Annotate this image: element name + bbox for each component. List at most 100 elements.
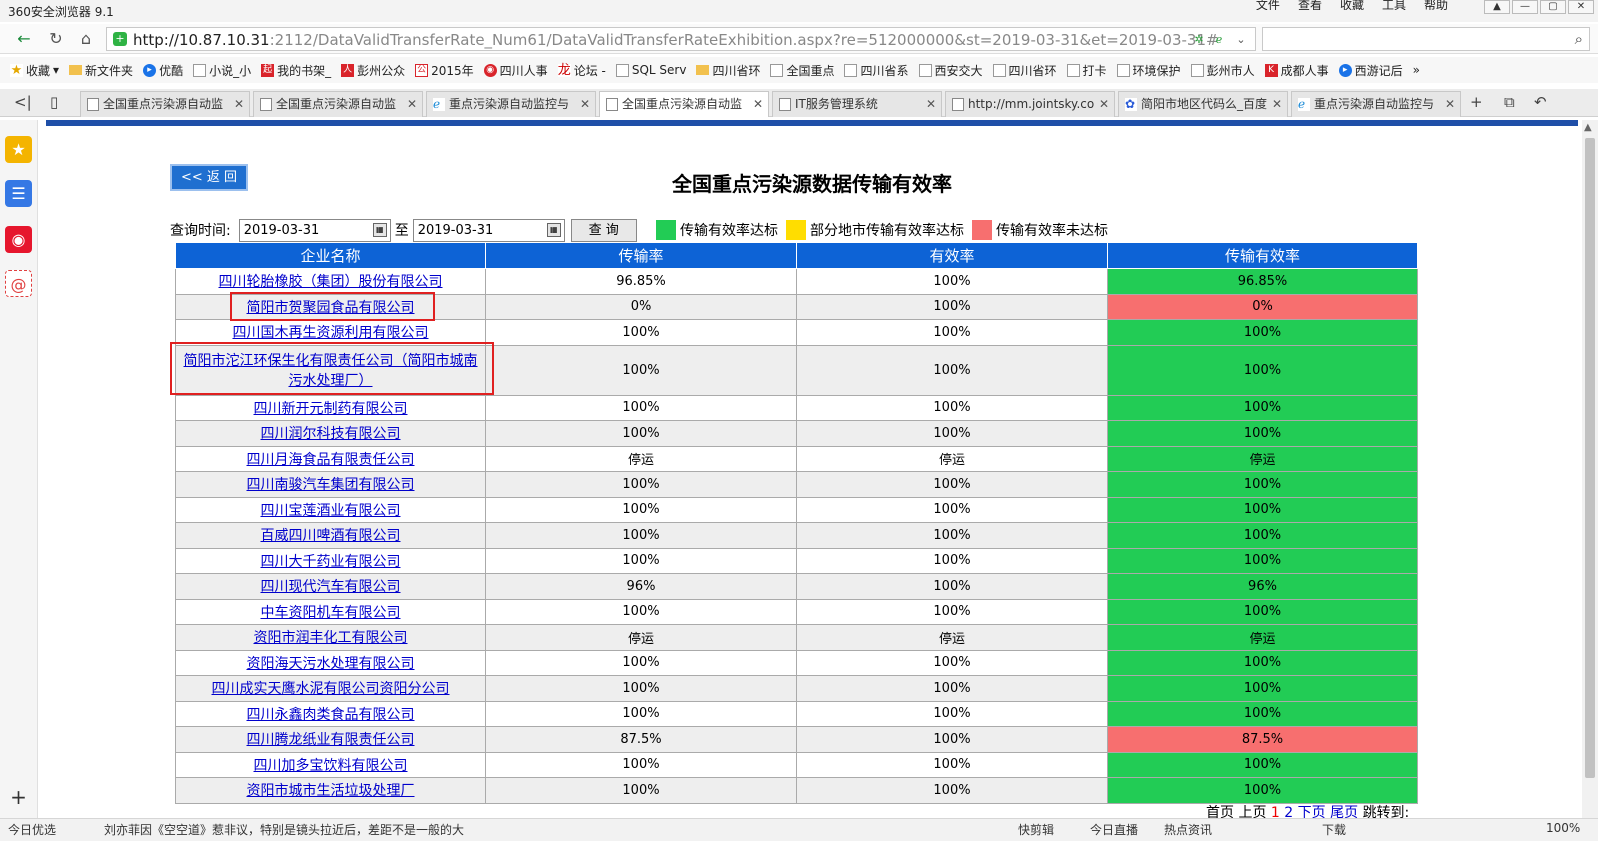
bookmark-item[interactable]: 环境保护 <box>1116 62 1181 79</box>
menu-help[interactable]: 帮助 <box>1424 0 1448 10</box>
bookmark-item[interactable]: 西安交大 <box>918 62 983 79</box>
close-tab-icon[interactable]: ✕ <box>926 92 936 116</box>
more-bookmarks-icon[interactable]: » <box>1413 63 1420 77</box>
status-download[interactable]: 下载 <box>1322 821 1346 838</box>
mail-icon[interactable]: @ <box>5 270 32 297</box>
maximize-button[interactable]: ▢ <box>1540 0 1566 14</box>
pin-icon[interactable]: ▲ <box>1484 0 1510 14</box>
compat-mode-icon[interactable]: ℯ <box>1211 32 1227 48</box>
pager-prev[interactable]: 上页 <box>1238 805 1266 818</box>
tab-list-icon[interactable]: ▯ <box>50 93 58 111</box>
scroll-up-icon[interactable]: ▲ <box>1584 122 1592 133</box>
bookmark-item[interactable]: ▸ 优酷 <box>143 62 183 79</box>
status-live[interactable]: 今日直播 <box>1090 821 1138 838</box>
bookmark-item[interactable]: ▸ 西游记后 <box>1338 62 1403 79</box>
company-link[interactable]: 百威四川啤酒有限公司 <box>261 528 401 544</box>
company-link[interactable]: 四川大千药业有限公司 <box>261 554 401 570</box>
speed-mode-icon[interactable]: ✲ <box>1191 32 1207 48</box>
menu-tools[interactable]: 工具 <box>1382 0 1406 10</box>
pager-last[interactable]: 尾页 <box>1330 805 1358 818</box>
tab-2[interactable]: 全国重点污染源自动监 ✕ <box>253 91 423 117</box>
tab-8[interactable]: ℯ 重点污染源自动监控与 ✕ <box>1291 91 1461 117</box>
status-hot-news[interactable]: 热点资讯 <box>1164 821 1212 838</box>
vertical-scrollbar[interactable]: ▲ <box>1582 120 1598 818</box>
start-date-input[interactable]: 2019-03-31 ▦ <box>238 218 391 242</box>
scroll-thumb[interactable] <box>1585 138 1595 778</box>
pager-next[interactable]: 下页 <box>1298 805 1326 818</box>
close-tab-icon[interactable]: ✕ <box>580 92 590 116</box>
bookmark-item[interactable]: 小说_小 <box>193 62 251 79</box>
home-icon[interactable]: ⌂ <box>74 28 98 50</box>
pager-page-1[interactable]: 1 <box>1271 805 1280 818</box>
bookmark-item[interactable]: ★ 收藏 ▾ <box>10 62 59 79</box>
tab-4-active[interactable]: 全国重点污染源自动监 ✕ <box>599 91 769 117</box>
news-list-icon[interactable]: ☰ <box>5 180 32 207</box>
weibo-icon[interactable]: ◉ <box>5 226 32 253</box>
tab-scroll-left-icon[interactable]: <| <box>14 93 32 111</box>
menu-favorites[interactable]: 收藏 <box>1340 0 1364 10</box>
tab-7[interactable]: ✿ 简阳市地区代码么_百度 ✕ <box>1118 91 1288 117</box>
company-link[interactable]: 四川南骏汽车集团有限公司 <box>247 477 415 493</box>
restore-tabs-icon[interactable]: ⧉ <box>1504 93 1515 111</box>
status-zoom[interactable]: 100% <box>1546 821 1580 835</box>
undo-close-icon[interactable]: ↶ <box>1534 93 1547 111</box>
company-link[interactable]: 资阳市润丰化工有限公司 <box>254 630 408 646</box>
company-link[interactable]: 四川腾龙纸业有限责任公司 <box>247 732 415 748</box>
close-tab-icon[interactable]: ✕ <box>1272 92 1282 116</box>
url-input[interactable]: + http://10.87.10.31:2112/DataValidTrans… <box>106 27 1256 51</box>
close-tab-icon[interactable]: ✕ <box>753 92 763 116</box>
bookmark-item[interactable]: 龙论坛 - <box>557 62 606 79</box>
menu-file[interactable]: 文件 <box>1256 0 1280 10</box>
calendar-icon[interactable]: ▦ <box>546 222 561 237</box>
add-sidebar-icon[interactable]: + <box>5 784 32 811</box>
bookmark-item[interactable]: 四川省系 <box>844 62 909 79</box>
status-quick-cut[interactable]: 快剪辑 <box>1018 821 1054 838</box>
bookmark-item[interactable]: 公 2015年 <box>415 62 474 79</box>
company-link[interactable]: 四川新开元制药有限公司 <box>254 401 408 417</box>
status-today-picks[interactable]: 今日优选 <box>8 821 56 838</box>
company-link[interactable]: 四川现代汽车有限公司 <box>261 579 401 595</box>
calendar-icon[interactable]: ▦ <box>372 222 387 237</box>
bookmark-item[interactable]: 新文件夹 <box>69 62 133 79</box>
company-link[interactable]: 四川加多宝饮料有限公司 <box>254 758 408 774</box>
company-link[interactable]: 中车资阳机车有限公司 <box>261 605 401 621</box>
close-button[interactable]: ✕ <box>1568 0 1594 14</box>
back-arrow-icon[interactable]: ← <box>12 28 36 50</box>
bookmark-item[interactable]: 彭州市人 <box>1190 62 1255 79</box>
company-link[interactable]: 简阳市沱江环保生化有限责任公司（简阳市城南污水处理厂） <box>184 353 478 389</box>
close-tab-icon[interactable]: ✕ <box>407 92 417 116</box>
new-tab-icon[interactable]: + <box>1470 93 1483 111</box>
company-link[interactable]: 四川月海食品有限责任公司 <box>247 452 415 468</box>
search-input[interactable]: ⌕ <box>1262 27 1590 51</box>
pager-first[interactable]: 首页 <box>1206 805 1234 818</box>
end-date-input[interactable]: 2019-03-31 ▦ <box>412 218 565 242</box>
bookmark-item[interactable]: 四川省环 <box>696 62 760 79</box>
menu-view[interactable]: 查看 <box>1298 0 1322 10</box>
bookmark-item[interactable]: 起我的书架_ <box>261 62 331 79</box>
company-link[interactable]: 资阳市城市生活垃圾处理厂 <box>247 783 415 799</box>
bookmark-item[interactable]: K 成都人事 <box>1264 62 1329 79</box>
company-link[interactable]: 四川国木再生资源利用有限公司 <box>233 325 429 341</box>
close-tab-icon[interactable]: ✕ <box>1099 92 1109 116</box>
bookmark-item[interactable]: 四川省环 <box>992 62 1057 79</box>
tab-1[interactable]: 全国重点污染源自动监 ✕ <box>80 91 250 117</box>
search-icon[interactable]: ⌕ <box>1575 30 1583 48</box>
tab-3[interactable]: ℯ 重点污染源自动监控与 ✕ <box>426 91 596 117</box>
company-link[interactable]: 简阳市贺聚园食品有限公司 <box>247 300 415 316</box>
bookmark-item[interactable]: 打卡 <box>1066 62 1107 79</box>
tab-5[interactable]: IT服务管理系统 ✕ <box>772 91 942 117</box>
status-news-ticker[interactable]: 刘亦菲因《空空道》惹非议，特别是镜头拉近后，差距不是一般的大 <box>104 821 464 838</box>
query-button[interactable]: 查 询 <box>570 218 637 242</box>
close-tab-icon[interactable]: ✕ <box>1445 92 1455 116</box>
refresh-icon[interactable]: ↻ <box>44 28 68 50</box>
company-link[interactable]: 四川润尔科技有限公司 <box>261 426 401 442</box>
company-link[interactable]: 四川成实天鹰水泥有限公司资阳分公司 <box>212 681 450 697</box>
minimize-button[interactable]: — <box>1512 0 1538 14</box>
bookmark-item[interactable]: SQL Serv <box>615 63 686 77</box>
bookmark-item[interactable]: 人彭州公众 <box>341 62 405 79</box>
bookmark-item[interactable]: 全国重点 <box>770 62 834 79</box>
bookmark-item[interactable]: ◉ 四川人事 <box>483 62 548 79</box>
company-link[interactable]: 四川宝莲酒业有限公司 <box>261 503 401 519</box>
pager-page-2[interactable]: 2 <box>1284 805 1293 818</box>
company-link[interactable]: 资阳海天污水处理有限公司 <box>247 656 415 672</box>
